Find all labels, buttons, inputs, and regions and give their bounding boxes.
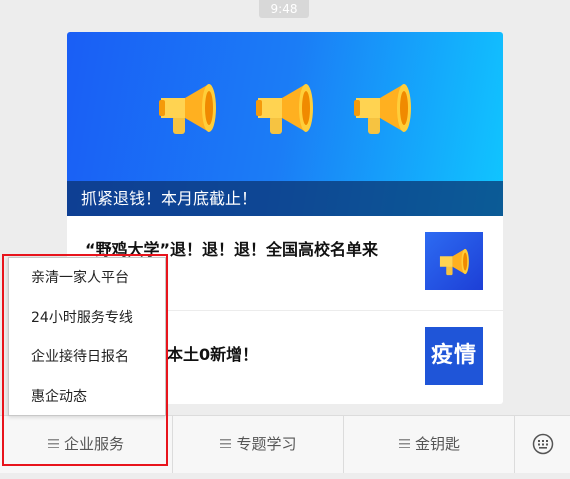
tab-label: 专题学习 [236,435,297,453]
menu-item-reception-signup[interactable]: 企业接待日报名 [9,337,165,377]
tab-topic-study[interactable]: 专题学习 [172,416,344,473]
bottom-menu-bar: 企业服务 专题学习 金钥匙 [0,415,570,473]
menu-item-policy-news[interactable]: 惠企动态 [9,377,165,417]
banner[interactable]: 抓紧退钱！本月底截止！ [67,32,503,216]
banner-caption: 抓紧退钱！本月底截止！ [67,181,503,216]
keyboard-icon [532,433,554,455]
timestamp-pill: 9:48 [259,0,309,18]
menu-item-family-platform[interactable]: 亲清一家人平台 [9,258,165,298]
megaphone-icon [159,84,216,134]
megaphone-icon [354,84,411,134]
megaphone-icon [256,84,313,134]
menu-icon [47,439,59,448]
menu-icon [398,439,410,448]
menu-icon [220,439,232,448]
article-thumbnail: 疫情 [425,327,483,385]
tab-enterprise-service[interactable]: 企业服务 [0,416,172,473]
tab-golden-key[interactable]: 金钥匙 [343,416,515,473]
tab-label: 金钥匙 [414,435,460,453]
article-thumbnail [425,232,483,290]
megaphone-icon [439,248,469,276]
keyboard-toggle-button[interactable] [514,416,570,473]
tab-label: 企业服务 [63,435,124,453]
submenu-popup: 亲清一家人平台 24小时服务专线 企业接待日报名 惠企动态 [8,257,166,416]
menu-item-service-hotline[interactable]: 24小时服务专线 [9,298,165,338]
